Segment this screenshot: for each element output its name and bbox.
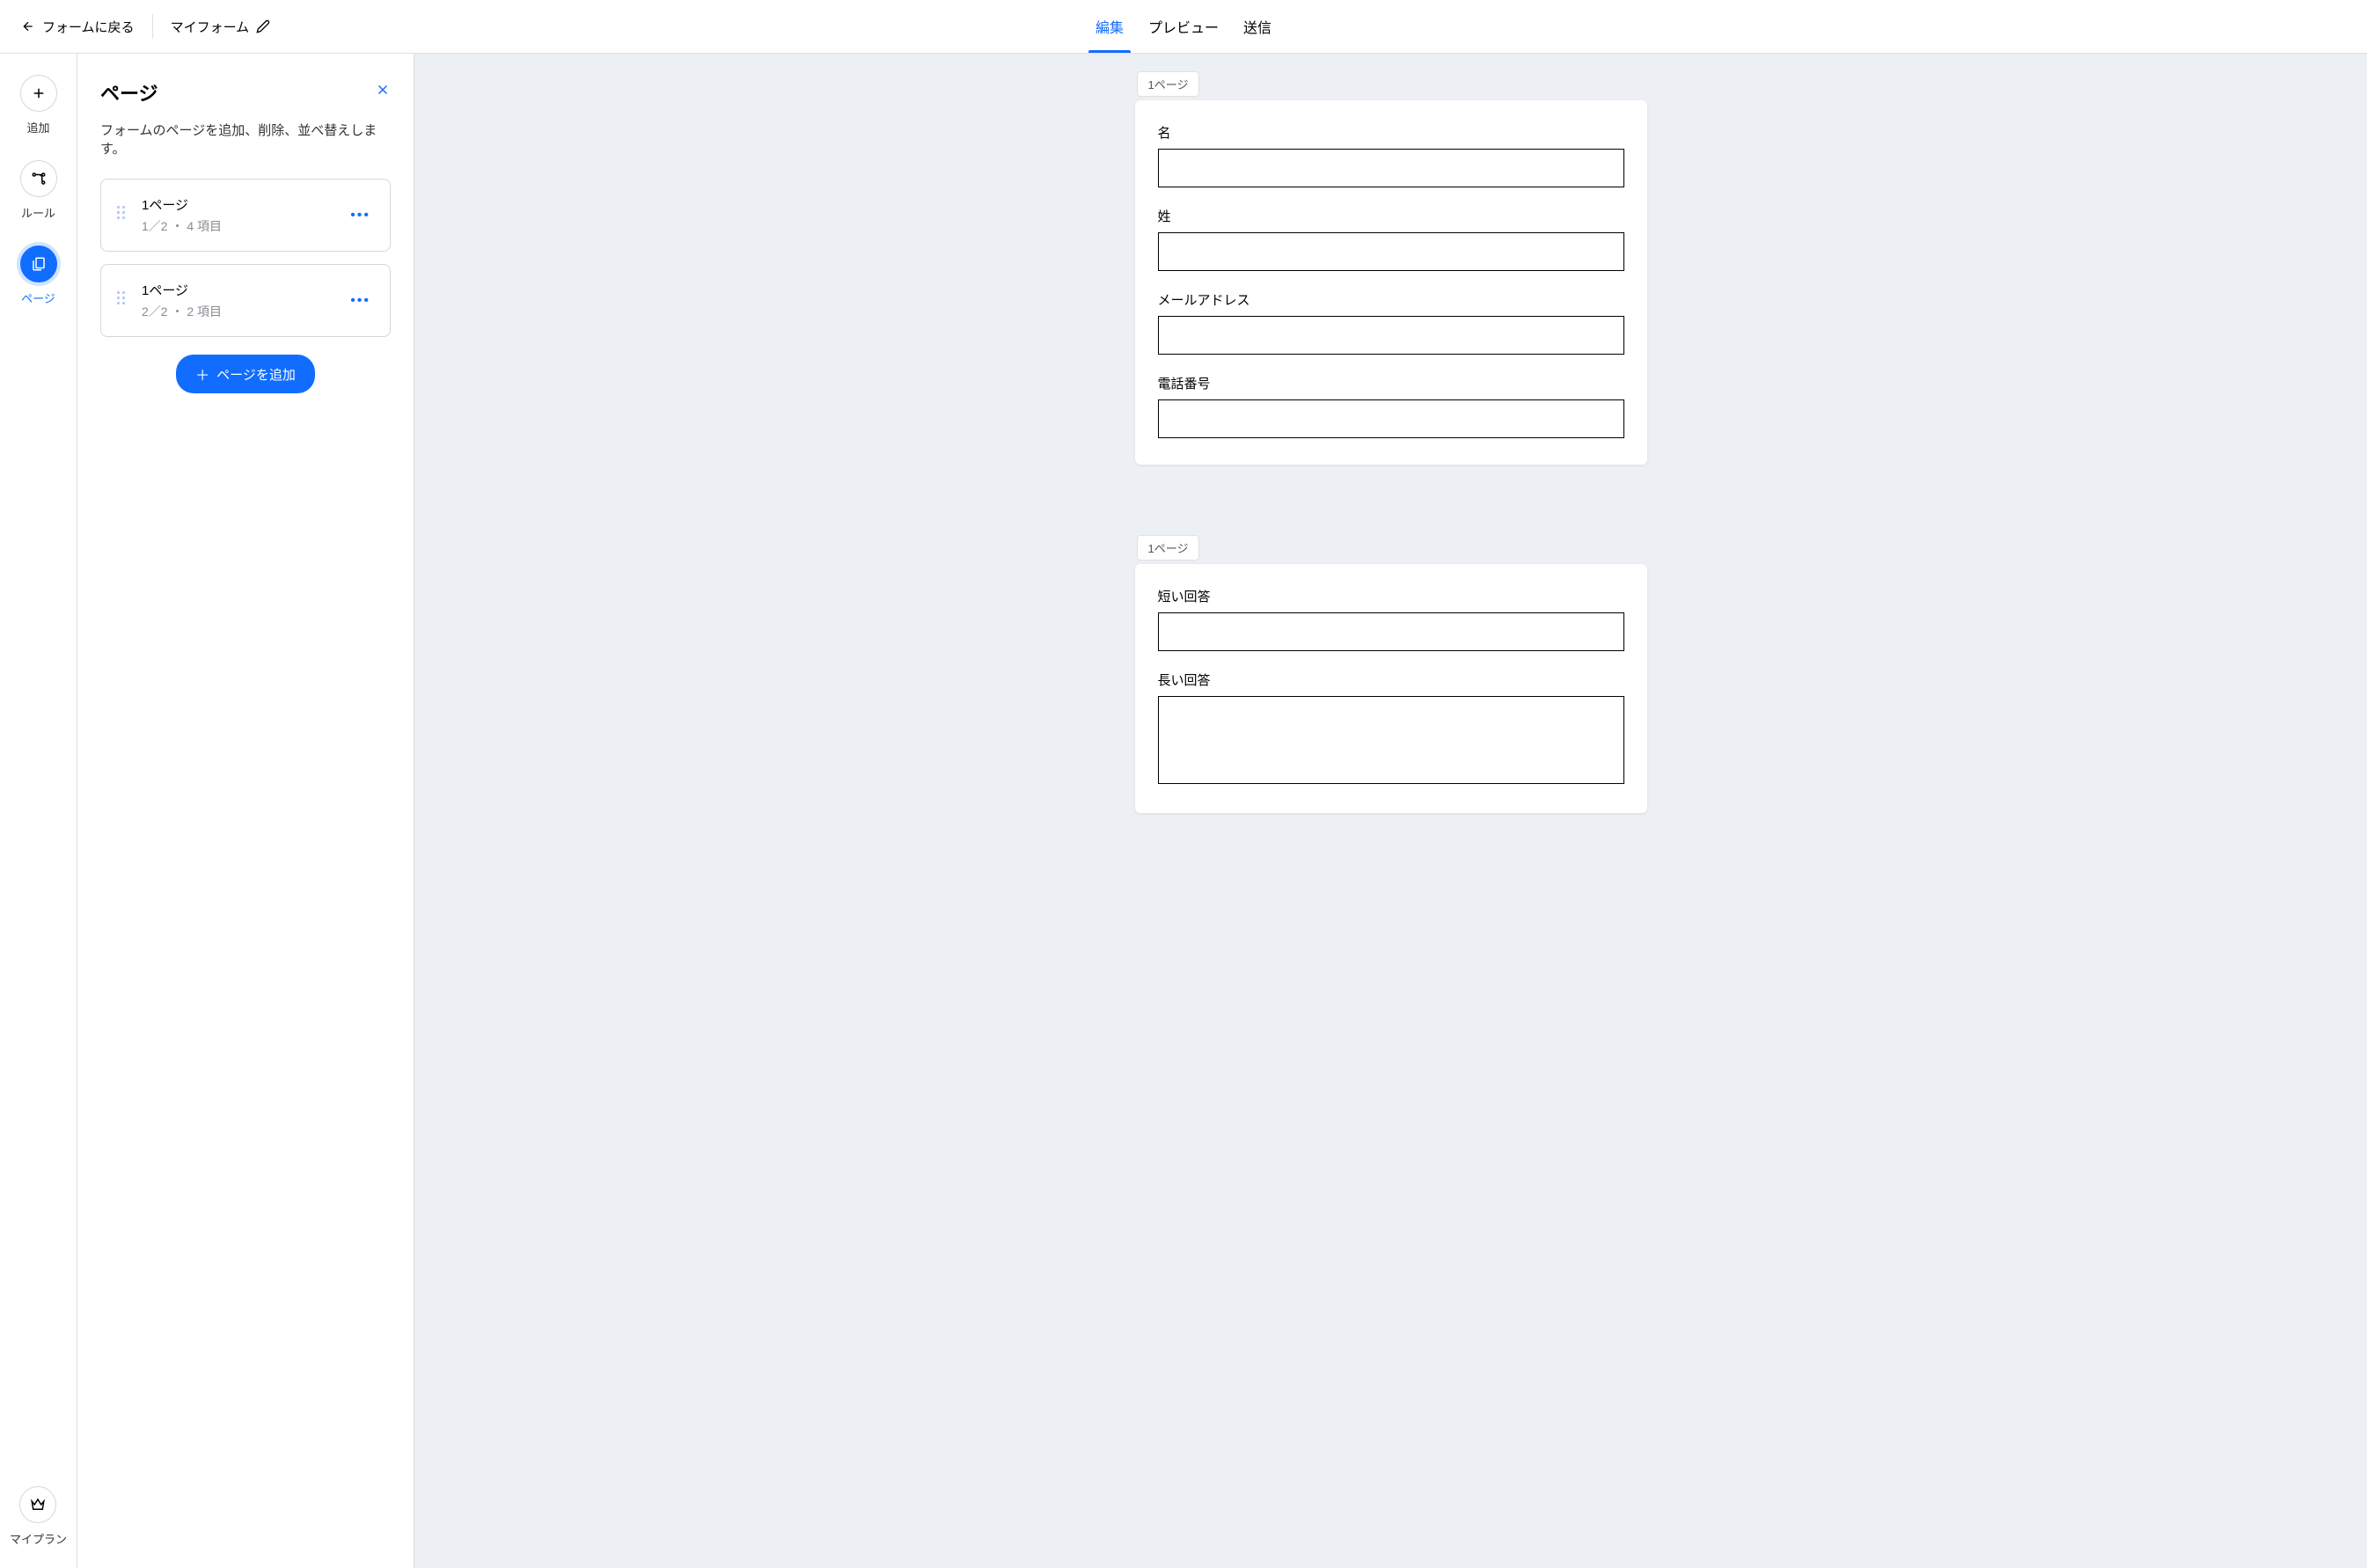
- canvas-inner: 1ページ 名 姓 メールアドレス 電話番号: [1135, 71, 1647, 813]
- add-page-button[interactable]: ＋ ページを追加: [176, 355, 315, 393]
- firstname-input[interactable]: [1158, 149, 1624, 187]
- rail-rules-label: ルール: [21, 204, 55, 221]
- page-card-title: 1ページ: [142, 195, 334, 214]
- back-label: フォームに戻る: [42, 18, 135, 36]
- drag-handle[interactable]: [117, 206, 129, 225]
- phone-input[interactable]: [1158, 399, 1624, 438]
- close-sidebar-button[interactable]: [375, 82, 391, 103]
- pages-icon: [31, 256, 47, 272]
- add-page-label: ページを追加: [216, 365, 296, 384]
- plus-icon: [31, 85, 47, 101]
- sidebar-title: ページ: [100, 78, 158, 106]
- form-field: メールアドレス: [1158, 290, 1624, 355]
- email-input[interactable]: [1158, 316, 1624, 355]
- pages-sidebar: ページ フォームのページを追加、削除、並べ替えします。 1ページ 1／2 ・ 4…: [77, 54, 414, 1568]
- page-card[interactable]: 1ページ 2／2 ・ 2 項目 •••: [100, 264, 391, 337]
- rail-pages-circle: [20, 245, 57, 282]
- rail-pages[interactable]: ページ: [20, 245, 57, 306]
- field-label-phone: 電話番号: [1158, 374, 1624, 392]
- page-card-menu-button[interactable]: •••: [347, 204, 374, 227]
- form-field: 短い回答: [1158, 587, 1624, 651]
- header-tabs: 編集 プレビュー 送信: [1083, 0, 1284, 53]
- page-card[interactable]: 1ページ 1／2 ・ 4 項目 •••: [100, 179, 391, 252]
- header-divider: [152, 14, 153, 39]
- branch-icon: [31, 171, 47, 187]
- form-page-block: 1ページ 短い回答 長い回答: [1135, 535, 1647, 813]
- page-label-tag: 1ページ: [1137, 535, 1200, 561]
- header-left: フォームに戻る マイフォーム: [21, 14, 270, 39]
- form-field: 姓: [1158, 207, 1624, 271]
- shortanswer-input[interactable]: [1158, 612, 1624, 651]
- field-label-firstname: 名: [1158, 123, 1624, 142]
- form-page-block: 1ページ 名 姓 メールアドレス 電話番号: [1135, 71, 1647, 465]
- rail-pages-label: ページ: [21, 289, 55, 306]
- form-title: マイフォーム: [171, 18, 250, 36]
- form-section[interactable]: 短い回答 長い回答: [1135, 564, 1647, 813]
- sidebar-header: ページ: [100, 78, 391, 106]
- longanswer-textarea[interactable]: [1158, 696, 1624, 784]
- edit-title-button[interactable]: [256, 19, 270, 33]
- rail-add-label: 追加: [26, 119, 49, 136]
- form-title-group: マイフォーム: [171, 18, 271, 36]
- sidebar-description: フォームのページを追加、削除、並べ替えします。: [100, 121, 391, 158]
- rail-myplan[interactable]: マイプラン: [10, 1486, 67, 1547]
- page-card-content: 1ページ 2／2 ・ 2 項目: [142, 281, 334, 320]
- form-section[interactable]: 名 姓 メールアドレス 電話番号: [1135, 100, 1647, 465]
- page-label-tag: 1ページ: [1137, 71, 1200, 97]
- field-label-email: メールアドレス: [1158, 290, 1624, 309]
- tab-send[interactable]: 送信: [1231, 0, 1284, 53]
- ellipsis-icon: •••: [350, 208, 370, 223]
- ellipsis-icon: •••: [350, 293, 370, 308]
- page-card-title: 1ページ: [142, 281, 334, 299]
- page-card-meta: 1／2 ・ 4 項目: [142, 217, 334, 235]
- form-field: 電話番号: [1158, 374, 1624, 438]
- left-rail: 追加 ルール ページ: [0, 54, 77, 1568]
- field-label-shortanswer: 短い回答: [1158, 587, 1624, 605]
- rail-myplan-circle: [19, 1486, 56, 1523]
- form-field: 名: [1158, 123, 1624, 187]
- rail-myplan-label: マイプラン: [10, 1530, 67, 1547]
- page-card-content: 1ページ 1／2 ・ 4 項目: [142, 195, 334, 235]
- rail-rules[interactable]: ルール: [20, 160, 57, 221]
- tab-preview[interactable]: プレビュー: [1136, 0, 1231, 53]
- back-to-forms-link[interactable]: フォームに戻る: [21, 18, 135, 36]
- field-label-lastname: 姓: [1158, 207, 1624, 225]
- plus-icon: ＋: [195, 363, 209, 385]
- lastname-input[interactable]: [1158, 232, 1624, 271]
- page-card-menu-button[interactable]: •••: [347, 289, 374, 312]
- field-label-longanswer: 長い回答: [1158, 670, 1624, 689]
- page-card-meta: 2／2 ・ 2 項目: [142, 303, 334, 320]
- form-field: 長い回答: [1158, 670, 1624, 787]
- app-header: フォームに戻る マイフォーム 編集 プレビュー 送信: [0, 0, 2367, 54]
- arrow-left-icon: [21, 19, 35, 33]
- rail-rules-circle: [20, 160, 57, 197]
- main-layout: 追加 ルール ページ: [0, 54, 2367, 1568]
- rail-add-circle: [20, 75, 57, 112]
- drag-handle[interactable]: [117, 291, 129, 311]
- crown-icon: [30, 1497, 46, 1513]
- form-canvas: 1ページ 名 姓 メールアドレス 電話番号: [414, 54, 2367, 1568]
- rail-add[interactable]: 追加: [20, 75, 57, 136]
- tab-edit[interactable]: 編集: [1083, 0, 1136, 53]
- close-icon: [375, 82, 391, 98]
- pencil-icon: [256, 19, 270, 33]
